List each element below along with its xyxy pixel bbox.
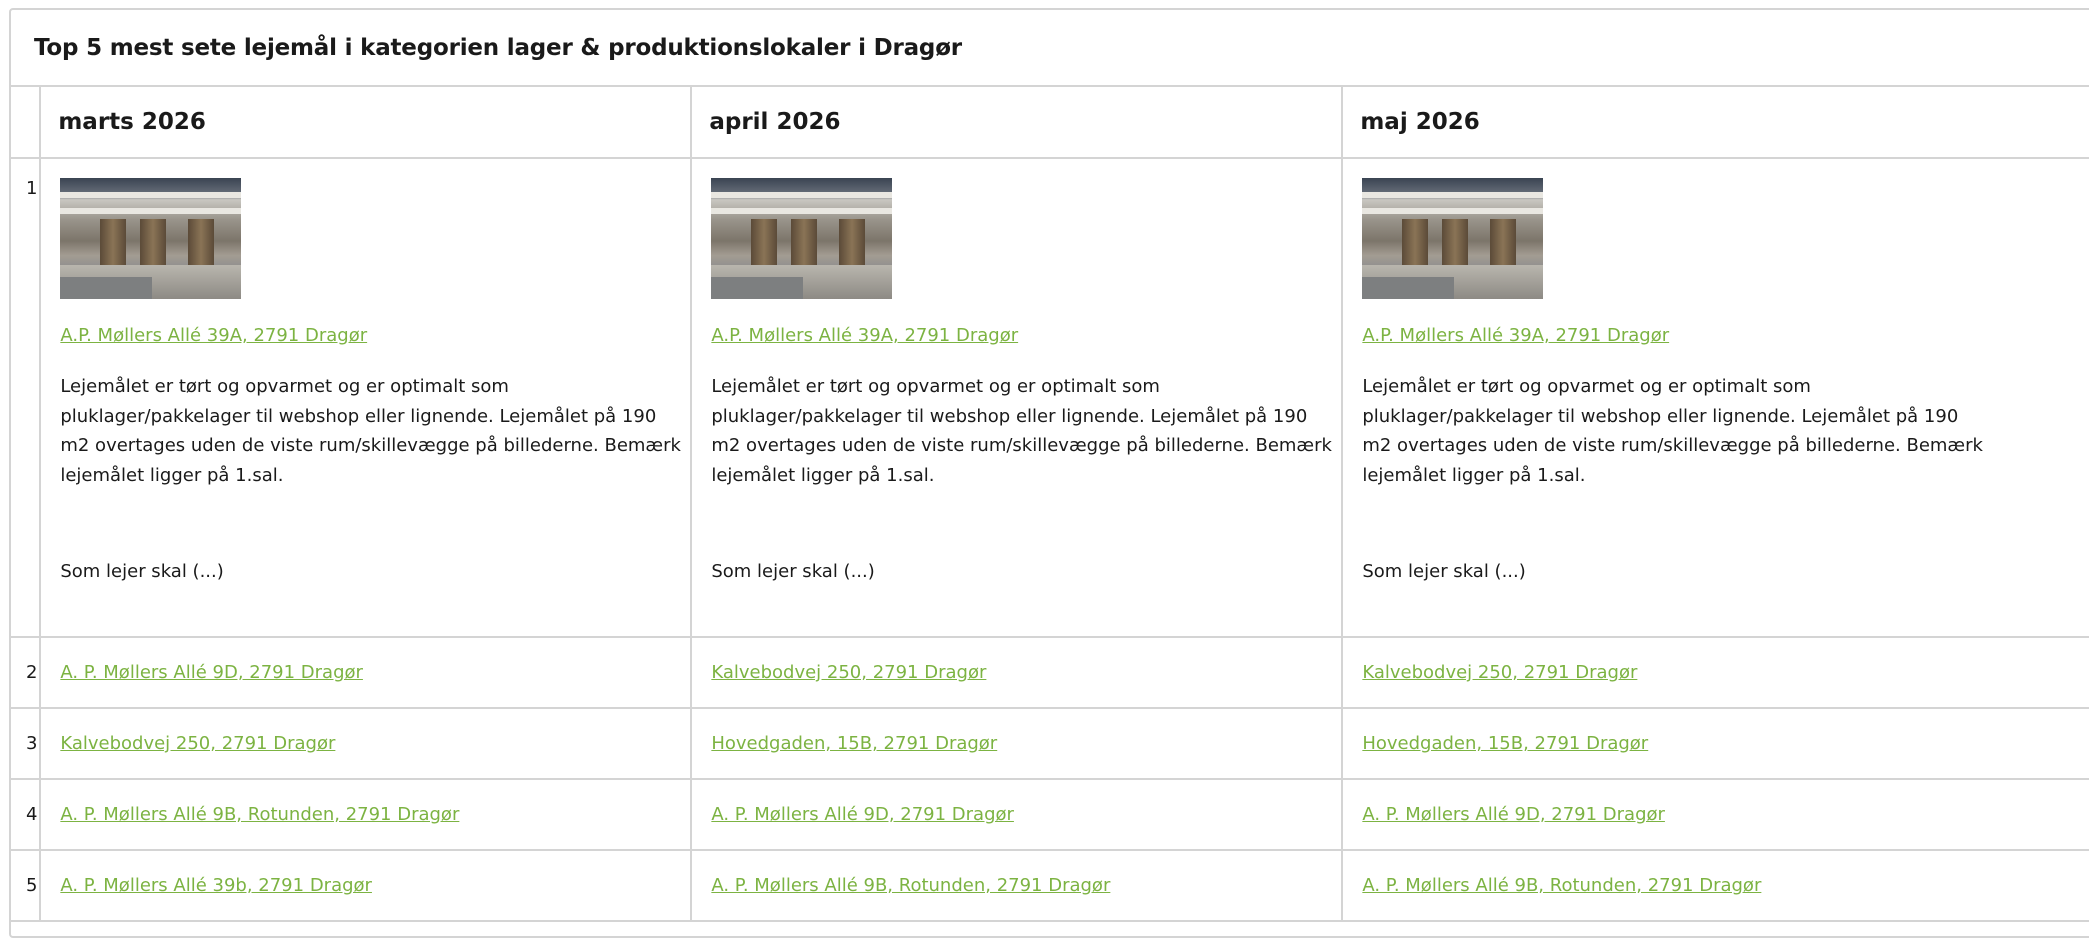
listing-link[interactable]: Kalvebodvej 250, 2791 Dragør (1362, 662, 1637, 683)
header-row: marts 2026 april 2026 maj 2026 (11, 87, 2089, 159)
rank-number: 2 (11, 636, 42, 709)
listing-photo[interactable] (1362, 178, 1544, 299)
listing-cell: A. P. Møllers Allé 9B, Rotunden, 2791 Dr… (39, 778, 693, 851)
column-header-maj: maj 2026 (1341, 87, 2089, 159)
panel-title: Top 5 mest sete lejemål i kategorien lag… (11, 10, 2089, 87)
listing-photo[interactable] (711, 178, 893, 299)
listing-cell: Kalvebodvej 250, 2791 Dragør (1341, 636, 2089, 709)
listing-more-text: Som lejer skal (...) (60, 561, 224, 582)
listing-cell: A. P. Møllers Allé 39b, 2791 Dragør (39, 849, 693, 922)
listing-link[interactable]: Hovedgaden, 15B, 2791 Dragør (1362, 733, 1648, 754)
listing-description: Lejemålet er tørt og opvarmet og er opti… (711, 376, 1332, 486)
listing-link[interactable]: Hovedgaden, 15B, 2791 Dragør (711, 733, 997, 754)
rank-number: 1 (11, 157, 42, 638)
top5-panel: Top 5 mest sete lejemål i kategorien lag… (9, 8, 2089, 938)
listing-cell: A.P. Møllers Allé 39A, 2791 Dragør Lejem… (690, 157, 1344, 638)
listing-description: Lejemålet er tørt og opvarmet og er opti… (1362, 376, 1983, 486)
listing-link[interactable]: A. P. Møllers Allé 9B, Rotunden, 2791 Dr… (711, 875, 1110, 896)
ranking-table: marts 2026 april 2026 maj 2026 1 A.P. Mø… (11, 87, 2089, 922)
listing-photo[interactable] (60, 178, 242, 299)
rank-number: 4 (11, 778, 42, 851)
listing-cell: A. P. Møllers Allé 9D, 2791 Dragør (1341, 778, 2089, 851)
listing-cell: A.P. Møllers Allé 39A, 2791 Dragør Lejem… (39, 157, 693, 638)
listing-cell: Kalvebodvej 250, 2791 Dragør (690, 636, 1344, 709)
listing-cell: Hovedgaden, 15B, 2791 Dragør (1341, 707, 2089, 780)
listing-cell: A. P. Møllers Allé 9D, 2791 Dragør (39, 636, 693, 709)
column-header-marts: marts 2026 (39, 87, 693, 159)
listing-link[interactable]: A. P. Møllers Allé 9D, 2791 Dragør (711, 804, 1014, 825)
listing-link[interactable]: A. P. Møllers Allé 39b, 2791 Dragør (60, 875, 372, 896)
listing-link[interactable]: Kalvebodvej 250, 2791 Dragør (60, 733, 335, 754)
table-row: 2 A. P. Møllers Allé 9D, 2791 Dragør Kal… (11, 636, 2089, 709)
listing-cell: Kalvebodvej 250, 2791 Dragør (39, 707, 693, 780)
table-row: 1 A.P. Møllers Allé 39A, 2791 Dragør Lej… (11, 157, 2089, 638)
table-row: 3 Kalvebodvej 250, 2791 Dragør Hovedgade… (11, 707, 2089, 780)
listing-cell: Hovedgaden, 15B, 2791 Dragør (690, 707, 1344, 780)
listing-more-text: Som lejer skal (...) (711, 561, 875, 582)
rank-number: 5 (11, 849, 42, 922)
listing-cell: A. P. Møllers Allé 9B, Rotunden, 2791 Dr… (690, 849, 1344, 922)
rank-number: 3 (11, 707, 42, 780)
listing-link[interactable]: A. P. Møllers Allé 9D, 2791 Dragør (1362, 804, 1665, 825)
listing-link[interactable]: A. P. Møllers Allé 9B, Rotunden, 2791 Dr… (1362, 875, 1761, 896)
listing-cell: A. P. Møllers Allé 9B, Rotunden, 2791 Dr… (1341, 849, 2089, 922)
listing-description: Lejemålet er tørt og opvarmet og er opti… (60, 376, 681, 486)
table-row: 4 A. P. Møllers Allé 9B, Rotunden, 2791 … (11, 778, 2089, 851)
listing-link[interactable]: A.P. Møllers Allé 39A, 2791 Dragør (60, 325, 367, 346)
listing-more-text: Som lejer skal (...) (1362, 561, 1526, 582)
table-row: 5 A. P. Møllers Allé 39b, 2791 Dragør A.… (11, 849, 2089, 922)
listing-link[interactable]: A. P. Møllers Allé 9B, Rotunden, 2791 Dr… (60, 804, 459, 825)
listing-cell: A. P. Møllers Allé 9D, 2791 Dragør (690, 778, 1344, 851)
listing-cell: A.P. Møllers Allé 39A, 2791 Dragør Lejem… (1341, 157, 2089, 638)
rank-header (11, 87, 42, 159)
listing-link[interactable]: Kalvebodvej 250, 2791 Dragør (711, 662, 986, 683)
listing-link[interactable]: A. P. Møllers Allé 9D, 2791 Dragør (60, 662, 363, 683)
listing-link[interactable]: A.P. Møllers Allé 39A, 2791 Dragør (711, 325, 1018, 346)
listing-link[interactable]: A.P. Møllers Allé 39A, 2791 Dragør (1362, 325, 1669, 346)
column-header-april: april 2026 (690, 87, 1344, 159)
